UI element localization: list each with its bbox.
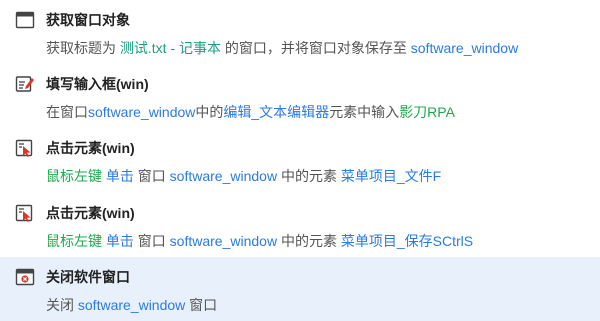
desc-variable: software_window — [169, 233, 278, 249]
desc-text: 中的元素 — [277, 233, 341, 249]
step-close-window[interactable]: 关闭软件窗口 关闭 software_window 窗口 — [0, 257, 600, 321]
step-list: 获取窗口对象 获取标题为 测试.txt - 记事本 的窗口，并将窗口对象保存至 … — [0, 0, 600, 321]
desc-text: 窗口 — [133, 233, 170, 249]
desc-variable: software_window — [88, 104, 196, 120]
desc-text: 在窗口 — [46, 104, 88, 120]
step-description: 获取标题为 测试.txt - 记事本 的窗口，并将窗口对象保存至 softwar… — [46, 38, 518, 58]
desc-mouse-button: 鼠标左键 — [46, 168, 102, 184]
desc-text: 窗口 — [185, 297, 218, 313]
edit-input-icon — [15, 75, 35, 93]
desc-window-title: 测试.txt - 记事本 — [119, 40, 222, 56]
desc-text: 关闭 — [46, 297, 78, 313]
desc-text: 元素中输入 — [329, 104, 400, 120]
desc-variable: software_window — [77, 297, 186, 313]
desc-variable: software_window — [169, 168, 278, 184]
desc-text: 窗口 — [133, 168, 170, 184]
step-description: 鼠标左键 单击 窗口 software_window 中的元素 菜单项目_文件F — [46, 166, 441, 186]
desc-mouse-button: 鼠标左键 — [46, 233, 102, 249]
desc-variable: software_window — [410, 40, 519, 56]
step-description: 在窗口software_window中的编辑_文本编辑器元素中输入影刀RPA — [46, 102, 455, 122]
desc-click-type: 单击 — [105, 168, 134, 184]
step-description: 关闭 software_window 窗口 — [46, 295, 217, 315]
window-icon — [15, 11, 35, 29]
desc-input-value: 影刀RPA — [399, 104, 455, 120]
step-click-element-file[interactable]: 点击元素(win) 鼠标左键 单击 窗口 software_window 中的元… — [0, 128, 600, 193]
desc-click-type: 单击 — [105, 233, 134, 249]
step-title: 点击元素(win) — [46, 140, 135, 156]
click-element-icon — [15, 139, 35, 157]
step-get-window[interactable]: 获取窗口对象 获取标题为 测试.txt - 记事本 的窗口，并将窗口对象保存至 … — [0, 0, 600, 64]
desc-text: 中的元素 — [277, 168, 341, 184]
desc-text: 获取标题为 — [46, 40, 120, 56]
desc-text: 中的 — [195, 104, 224, 120]
desc-element: 编辑_文本编辑器 — [223, 104, 330, 120]
step-fill-input[interactable]: 填写输入框(win) 在窗口software_window中的编辑_文本编辑器元… — [0, 64, 600, 128]
desc-element: 菜单项目_文件F — [340, 168, 442, 184]
step-title: 关闭软件窗口 — [46, 269, 130, 285]
click-element-icon — [15, 204, 35, 222]
step-description: 鼠标左键 单击 窗口 software_window 中的元素 菜单项目_保存S… — [46, 231, 473, 251]
step-title: 获取窗口对象 — [46, 12, 130, 28]
step-click-element-save[interactable]: 点击元素(win) 鼠标左键 单击 窗口 software_window 中的元… — [0, 193, 600, 257]
desc-text: 的窗口，并将窗口对象保存至 — [221, 40, 411, 56]
desc-element: 菜单项目_保存SCtrlS — [340, 233, 474, 249]
step-title: 填写输入框(win) — [46, 76, 149, 92]
step-title: 点击元素(win) — [46, 205, 135, 221]
close-window-icon — [15, 268, 35, 286]
